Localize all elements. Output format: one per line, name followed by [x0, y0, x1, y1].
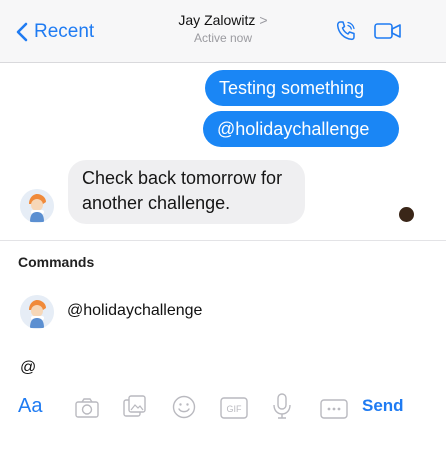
commands-heading: Commands	[18, 254, 95, 270]
phone-icon[interactable]	[334, 19, 358, 43]
back-button[interactable]: Recent	[16, 18, 94, 46]
gallery-icon[interactable]	[122, 393, 148, 421]
microphone-icon[interactable]	[271, 392, 293, 420]
chevron-right-icon: >	[259, 12, 268, 28]
incoming-message[interactable]: Check back tomorrow for another challeng…	[68, 160, 305, 224]
send-button[interactable]: Send	[362, 392, 404, 420]
command-item[interactable]: @holidaychallenge	[0, 290, 446, 334]
emoji-icon[interactable]	[171, 393, 197, 421]
outgoing-message[interactable]: @holidaychallenge	[203, 111, 399, 147]
video-icon[interactable]	[373, 21, 403, 41]
divider	[0, 240, 446, 241]
outgoing-message[interactable]: Testing something	[205, 70, 399, 106]
aa-button[interactable]: Aa	[18, 392, 42, 420]
composer-toolbar: Aa GIF Send	[0, 392, 446, 422]
camera-icon[interactable]	[74, 394, 100, 422]
chevron-left-icon	[16, 22, 28, 42]
active-status: Active now	[193, 31, 253, 45]
gif-icon[interactable]: GIF	[219, 394, 249, 422]
seen-avatar	[399, 207, 414, 222]
svg-text:GIF: GIF	[227, 404, 243, 414]
more-icon[interactable]	[319, 395, 349, 423]
message-input[interactable]: @	[20, 359, 36, 377]
conversation-header: Recent Jay Zalowitz > Active now	[0, 0, 446, 63]
back-label: Recent	[34, 21, 95, 42]
command-label: @holidaychallenge	[67, 302, 203, 319]
command-avatar	[20, 295, 54, 329]
contact-name: Jay Zalowitz	[178, 12, 256, 28]
bot-avatar[interactable]	[20, 189, 54, 223]
contact-title[interactable]: Jay Zalowitz > Active now	[123, 12, 323, 45]
